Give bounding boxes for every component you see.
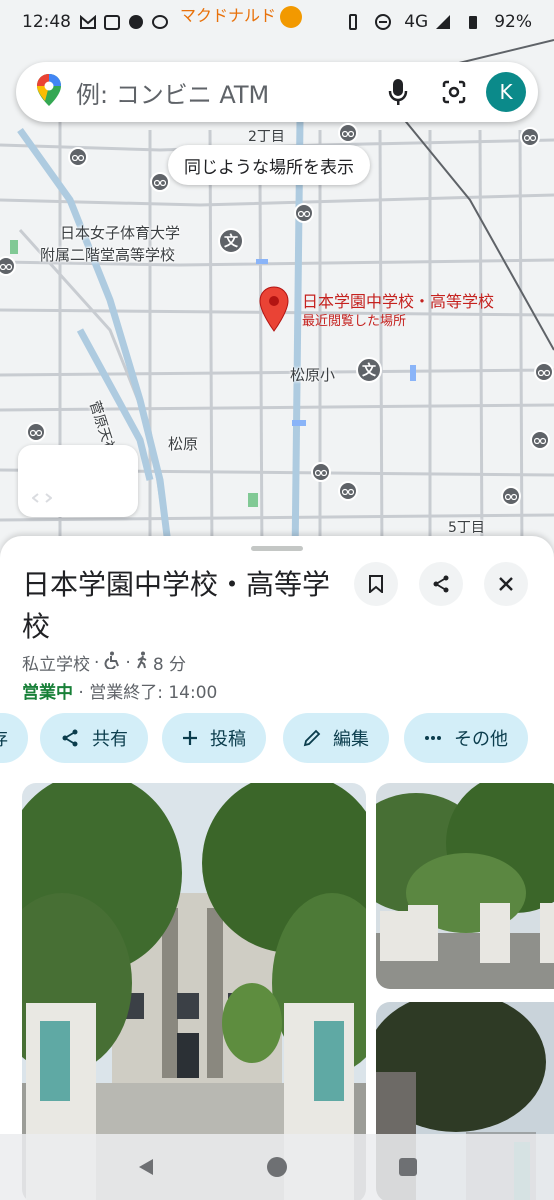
place-details-sheet[interactable]: 日本学園中学校・高等学校 私立学校 · · 8 分 営業中 · 営業終了: 14… xyxy=(0,536,554,1200)
maps-logo-icon xyxy=(36,73,62,111)
compass-arrows-icon xyxy=(32,493,52,503)
chip-label: 共有 xyxy=(92,729,128,750)
close-icon xyxy=(499,577,513,591)
pencil-icon xyxy=(303,729,321,747)
account-avatar[interactable]: K xyxy=(486,72,526,112)
search-input[interactable]: 例: コンビニ ATM xyxy=(76,75,366,110)
map-label-5chome: 5丁目 xyxy=(448,520,485,536)
voice-search-button[interactable] xyxy=(374,68,422,116)
school-pin-icon[interactable]: 文 xyxy=(218,228,244,254)
share-icon xyxy=(433,575,449,593)
school-gate-photo xyxy=(376,783,554,989)
edit-chip[interactable]: 編集 xyxy=(283,713,389,763)
save-button[interactable] xyxy=(354,562,398,606)
chip-label: 存 xyxy=(0,725,8,751)
status-right-icons: 4G 92% xyxy=(344,12,532,32)
more-dots-icon xyxy=(425,736,441,740)
bike-share-icon[interactable] xyxy=(530,430,550,450)
map-label-school-line1: 日本女子体育大学 xyxy=(60,224,181,242)
sheet-drag-handle[interactable] xyxy=(251,546,303,551)
post-chip[interactable]: 投稿 xyxy=(162,713,266,763)
more-chip[interactable]: その他 xyxy=(404,713,528,763)
home-circle-icon xyxy=(266,1157,287,1177)
map-widget-card[interactable] xyxy=(18,445,138,517)
line-icon xyxy=(151,13,169,31)
similar-places-chip[interactable]: 同じような場所を表示 xyxy=(168,145,370,185)
selected-place-subtitle: 最近閲覧した場所 xyxy=(302,314,407,329)
place-photo-2[interactable] xyxy=(376,783,554,989)
bike-share-icon[interactable] xyxy=(338,123,358,143)
gmail-icon xyxy=(79,13,97,31)
directions-chip[interactable]: 存 xyxy=(0,713,28,763)
bike-share-icon[interactable] xyxy=(150,172,170,192)
microphone-icon xyxy=(388,79,408,105)
recents-square-icon xyxy=(399,1158,418,1176)
action-chips: 存 共有 投稿 編集 その他 xyxy=(0,713,554,763)
bike-share-icon[interactable] xyxy=(520,127,540,147)
closing-time: · 営業終了: 14:00 xyxy=(78,683,218,703)
system-nav-bar xyxy=(0,1134,554,1200)
map-poi-mcdonalds-label: マクドナルド xyxy=(180,6,277,25)
vibrate-icon xyxy=(344,13,362,31)
bike-share-icon[interactable] xyxy=(26,422,46,442)
separator-dot: · xyxy=(94,652,100,673)
bike-share-icon[interactable] xyxy=(294,203,314,223)
place-title: 日本学園中学校・高等学校 xyxy=(22,568,331,643)
place-hours[interactable]: 営業中 · 営業終了: 14:00 xyxy=(22,678,217,703)
wheelchair-icon xyxy=(103,651,121,674)
status-time: 12:48 xyxy=(22,12,71,32)
search-bar[interactable]: 例: コンビニ ATM K xyxy=(16,62,538,122)
map-view[interactable]: 12:48 4G 92% マクドナルド 例: コンビニ ATM K 2丁目 同じ… xyxy=(0,0,554,560)
calendar-icon xyxy=(103,13,121,31)
recents-button[interactable] xyxy=(388,1147,428,1187)
battery-icon xyxy=(464,13,482,31)
place-meta: 私立学校 · · 8 分 xyxy=(22,650,186,675)
share-button[interactable] xyxy=(419,562,463,606)
selected-place-name: 日本学園中学校・高等学校 xyxy=(302,292,495,311)
home-button[interactable] xyxy=(257,1147,297,1187)
close-button[interactable] xyxy=(484,562,528,606)
camera-lens-icon xyxy=(442,80,466,104)
chip-label: 編集 xyxy=(333,729,369,750)
school-pin-icon[interactable]: 文 xyxy=(356,357,382,383)
network-type: 4G xyxy=(404,12,429,32)
back-button[interactable] xyxy=(126,1147,166,1187)
bike-share-icon[interactable] xyxy=(501,486,521,506)
map-label-school-line2: 附属二階堂高等学校 xyxy=(40,246,176,264)
bike-share-icon[interactable] xyxy=(534,362,554,382)
signal-icon xyxy=(434,13,452,31)
chip-label: 投稿 xyxy=(210,729,246,750)
dnd-icon xyxy=(374,13,392,31)
place-category: 私立学校 xyxy=(22,655,90,675)
plus-icon xyxy=(183,731,197,745)
map-label-2chome: 2丁目 xyxy=(248,129,285,145)
location-pin-icon xyxy=(259,286,289,332)
share-chip[interactable]: 共有 xyxy=(40,713,148,763)
open-status: 営業中 xyxy=(22,683,73,703)
app-b-icon xyxy=(127,13,145,31)
map-label-matsubara: 松原 xyxy=(168,435,199,453)
lens-button[interactable] xyxy=(430,68,478,116)
map-poi-mcdonalds[interactable]: マクドナルド xyxy=(180,2,303,28)
restaurant-icon xyxy=(280,5,303,28)
walking-icon xyxy=(135,651,149,674)
back-triangle-icon xyxy=(138,1159,153,1175)
map-label-matsubara-elementary: 松原小 xyxy=(290,366,336,384)
share-icon xyxy=(62,729,78,747)
battery-percent: 92% xyxy=(494,12,532,32)
selected-place-pin[interactable] xyxy=(258,286,290,336)
bike-share-icon[interactable] xyxy=(311,462,331,482)
bookmark-icon xyxy=(369,575,383,593)
selected-place-label: 日本学園中学校・高等学校 最近閲覧した場所 xyxy=(302,292,494,332)
separator-dot: · xyxy=(125,652,131,673)
walk-time: 8 分 xyxy=(152,655,187,675)
bike-share-icon[interactable] xyxy=(68,147,88,167)
chip-label: その他 xyxy=(454,729,508,750)
bike-share-icon[interactable] xyxy=(338,481,358,501)
